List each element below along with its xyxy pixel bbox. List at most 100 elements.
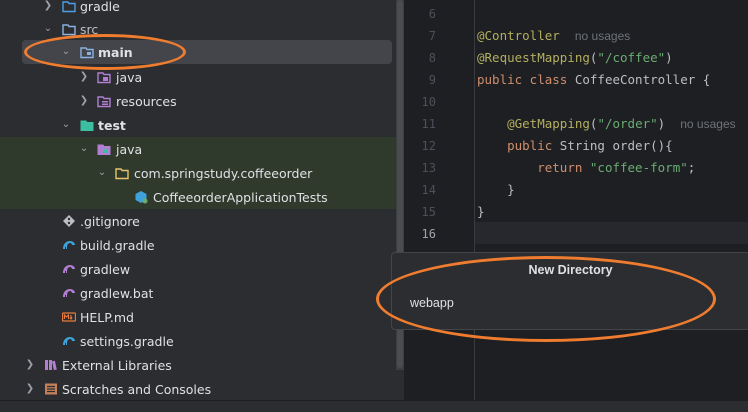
code-line-12[interactable]: public String order(){	[477, 138, 673, 153]
code-line-8[interactable]: @RequestMapping("/coffee")	[477, 50, 673, 65]
annotation-request-mapping: @RequestMapping	[477, 50, 590, 65]
git-icon	[63, 215, 75, 227]
annotation-controller: @Controller	[477, 28, 560, 43]
tree-item-package[interactable]: ⌄ com.springstudy.coffeeorder	[0, 161, 396, 185]
module-folder-icon	[80, 47, 94, 59]
line-number: 6	[428, 7, 436, 21]
markdown-icon	[62, 312, 76, 322]
code-token: ;	[687, 160, 696, 175]
code-editor[interactable]: 6 7 8 9 10 11 12 13 14 15 16 @Controller…	[404, 0, 748, 400]
gradle-elephant-icon	[63, 289, 75, 297]
tree-item-label: gradlew	[80, 261, 131, 277]
line-number: 13	[421, 161, 436, 175]
new-directory-popup: New Directory webapp	[391, 252, 748, 330]
keyword: return	[537, 160, 590, 175]
line-number: 15	[421, 205, 436, 219]
resources-folder-icon	[97, 96, 111, 108]
line-number: 9	[428, 73, 436, 87]
tree-item-label: Scratches and Consoles	[62, 381, 212, 397]
tree-item-java-test[interactable]: ⌄ java	[0, 137, 396, 161]
string-literal: "/coffee"	[597, 50, 666, 65]
tree-item-label: build.gradle	[80, 237, 155, 253]
tree-item-label: .gitignore	[80, 213, 140, 229]
tree-item-label: test	[98, 117, 126, 133]
code-line-15[interactable]: }	[477, 204, 485, 219]
chevron-down-icon[interactable]: ⌄	[60, 46, 72, 58]
chevron-right-icon[interactable]: ❯	[42, 0, 54, 12]
line-number: 7	[428, 29, 436, 43]
java-class-icon	[135, 191, 148, 204]
tree-item-label: HELP.md	[80, 309, 134, 325]
chevron-down-icon[interactable]: ⌄	[60, 119, 72, 131]
code-line-7[interactable]: @Controller no usages	[477, 28, 630, 43]
test-folder-icon	[80, 120, 94, 131]
chevron-down-icon[interactable]: ⌄	[42, 23, 54, 35]
gradle-elephant-icon	[63, 241, 75, 249]
tree-item-label: gradlew.bat	[80, 285, 154, 301]
java-test-folder-icon	[97, 144, 111, 155]
code-line-14[interactable]: }	[477, 182, 515, 197]
chevron-right-icon[interactable]: ❯	[24, 383, 36, 395]
line-number: 14	[421, 183, 436, 197]
chevron-down-icon[interactable]: ⌄	[96, 167, 108, 179]
tree-item-label: java	[116, 141, 143, 157]
tree-item-gradlew[interactable]: gradlew	[0, 257, 396, 281]
chevron-right-icon[interactable]: ❯	[24, 359, 36, 371]
libraries-icon	[45, 360, 57, 371]
code-line-13[interactable]: return "coffee-form";	[477, 160, 695, 175]
chevron-down-icon[interactable]: ⌄	[78, 143, 90, 155]
usage-hint: no usages	[574, 29, 631, 43]
tree-item-settings-gradle[interactable]: settings.gradle	[0, 329, 396, 353]
tree-item-test-class[interactable]: CoffeeorderApplicationTests	[0, 185, 396, 209]
code-token: )	[665, 50, 673, 65]
string-literal: "/order"	[597, 116, 658, 131]
folder-icon	[62, 1, 76, 13]
code-token: String order(){	[559, 138, 673, 153]
chevron-right-icon[interactable]: ❯	[78, 95, 90, 107]
tree-item-help-md[interactable]: HELP.md	[0, 305, 396, 329]
status-bar	[0, 400, 748, 412]
tree-item-label: External Libraries	[62, 357, 172, 373]
usage-hint: no usages	[680, 117, 736, 131]
tree-item-build-gradle[interactable]: build.gradle	[0, 233, 396, 257]
popup-title: New Directory	[528, 263, 613, 277]
tree-item-label: settings.gradle	[80, 333, 174, 349]
string-literal: "coffee-form"	[589, 160, 688, 175]
directory-name-input[interactable]: webapp	[410, 296, 454, 310]
keyword: public	[507, 138, 560, 153]
tree-item-label: resources	[116, 93, 177, 109]
tree-item-gradlew-bat[interactable]: gradlew.bat	[0, 281, 396, 305]
scratches-icon	[45, 383, 57, 395]
tree-item-src[interactable]: ⌄ src	[0, 17, 396, 41]
code-line-9[interactable]: public class CoffeeController {	[477, 72, 710, 87]
tree-item-gitignore[interactable]: .gitignore	[0, 209, 396, 233]
tree-item-main[interactable]: ⌄ main	[22, 40, 392, 64]
gradle-elephant-icon	[63, 337, 75, 345]
code-token: CoffeeController {	[574, 72, 711, 87]
code-line-11[interactable]: @GetMapping("/order") no usages	[477, 116, 736, 131]
tree-item-resources[interactable]: ❯ resources	[0, 89, 396, 113]
keyword: public class	[477, 72, 575, 87]
tree-item-gradle[interactable]: ❯ gradle	[0, 0, 396, 18]
tree-item-java-main[interactable]: ❯ java	[0, 65, 396, 89]
code-token: }	[507, 182, 515, 197]
line-number: 12	[421, 139, 436, 153]
gutter-divider	[474, 0, 475, 400]
code-token: }	[477, 204, 485, 219]
project-tool-window: ❯ gradle ⌄ src ⌄ main ❯ java ❯ resources…	[0, 0, 396, 400]
tree-item-label: main	[98, 44, 133, 60]
java-source-folder-icon	[97, 72, 111, 84]
tree-item-test[interactable]: ⌄ test	[0, 113, 396, 137]
package-folder-icon	[115, 168, 129, 180]
tree-item-label: java	[116, 69, 143, 85]
line-number: 8	[428, 51, 436, 65]
tree-item-label: CoffeeorderApplicationTests	[153, 189, 328, 205]
line-number: 11	[421, 117, 436, 131]
annotation-get-mapping: @GetMapping	[507, 116, 590, 131]
tree-item-scratches[interactable]: ❯ Scratches and Consoles	[0, 377, 396, 400]
tree-item-label: com.springstudy.coffeeorder	[134, 165, 313, 181]
tree-item-external-libraries[interactable]: ❯ External Libraries	[0, 353, 396, 377]
gradle-elephant-icon	[63, 265, 75, 273]
tree-item-label: gradle	[80, 0, 120, 14]
chevron-right-icon[interactable]: ❯	[78, 71, 90, 83]
